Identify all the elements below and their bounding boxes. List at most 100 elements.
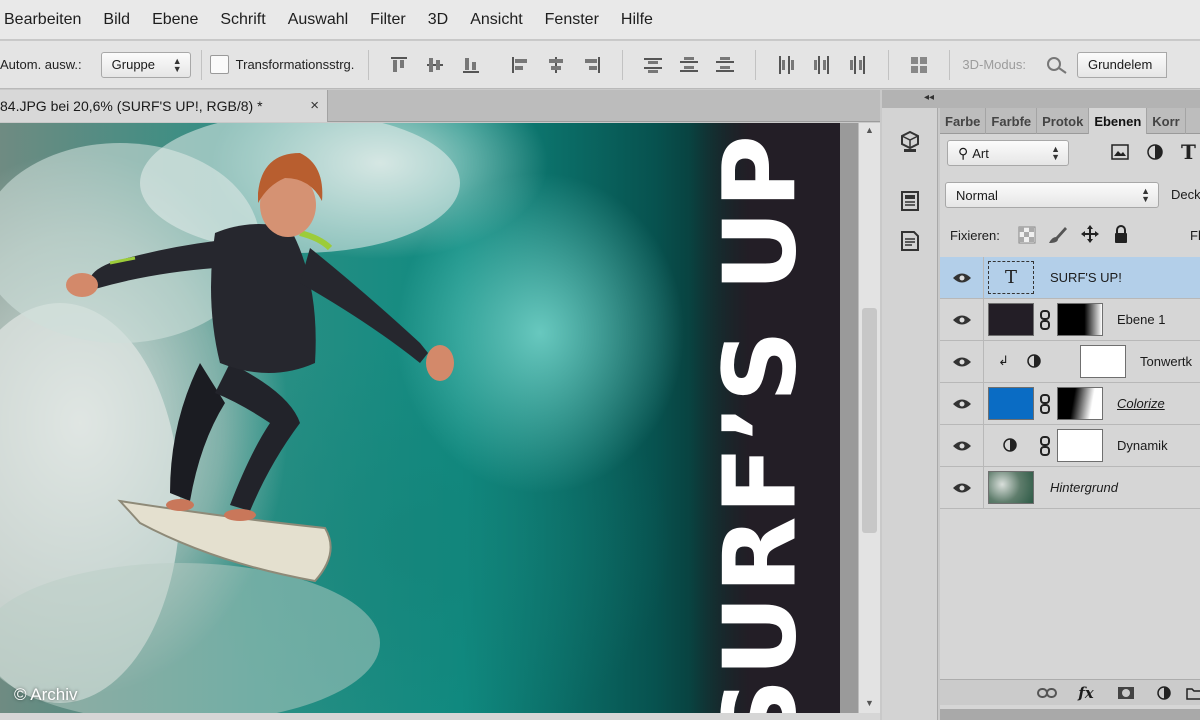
close-icon[interactable]: × [310,97,319,114]
layer-name: Dynamik [1117,438,1168,453]
link-chain-icon[interactable] [1039,310,1051,330]
scroll-up-icon[interactable]: ▲ [865,125,874,135]
link-chain-icon[interactable] [1039,394,1051,414]
layer-name: Colorize [1117,396,1165,411]
layer-row-colorize[interactable]: Colorize [940,383,1200,425]
background-layer-thumbnail [988,471,1034,504]
layer-mask-thumbnail [1057,387,1103,420]
image-filter-icon[interactable] [1111,144,1129,163]
layer-filter-dropdown[interactable]: ⚲ Art ▲ ▼ [947,140,1069,166]
align-horizontal-center-icon[interactable] [543,52,569,78]
auto-align-layers-icon[interactable] [906,52,932,78]
layer-name: SURF'S UP! [1050,270,1122,285]
collapse-panels-icon[interactable]: ◂◂ [924,92,934,103]
align-bottom-icon[interactable] [458,52,484,78]
menu-bild[interactable]: Bild [92,11,141,29]
type-filter-icon[interactable]: T [1181,140,1196,164]
lock-position-icon[interactable] [1080,224,1100,247]
align-left-icon[interactable] [507,52,533,78]
scrollbar-thumb[interactable] [862,308,877,533]
add-mask-icon[interactable] [1116,684,1136,702]
lock-transparency-icon[interactable] [1018,226,1036,247]
blend-mode-dropdown[interactable]: Normal ▲ ▼ [945,182,1159,208]
menu-3d[interactable]: 3D [417,11,459,29]
layer-style-fx-icon[interactable]: fx [1076,684,1096,702]
new-group-icon[interactable] [1184,684,1200,702]
link-chain-icon[interactable] [1039,436,1051,456]
layer-list: T SURF'S UP! Ebene 1 ↲ Tonwertk Colorize… [940,257,1200,509]
layer-name: Ebene 1 [1117,312,1166,327]
distribute-top-icon[interactable] [640,52,666,78]
new-adjustment-layer-icon[interactable] [1154,684,1174,702]
distribute-right-icon[interactable] [845,52,871,78]
scroll-down-icon[interactable]: ▼ [865,698,874,708]
updown-arrow-icon: ▲ ▼ [172,55,182,74]
text-layer-icon: T [1004,267,1017,288]
auto-select-dropdown[interactable]: Gruppe ▲ ▼ [100,51,191,78]
layer-row-surfs-up[interactable]: T SURF'S UP! [940,257,1200,299]
surfer-illustration [0,123,460,713]
layer-row-ebene-1[interactable]: Ebene 1 [940,299,1200,341]
eye-icon[interactable] [940,341,984,382]
eye-icon[interactable] [940,299,984,340]
workspace-dropdown[interactable]: Grundelem [1076,51,1167,78]
vertical-scrollbar[interactable]: ▲ ▼ [858,123,880,713]
text-layer-thumbnail: T [988,261,1034,294]
menu-filter[interactable]: Filter [359,11,417,29]
3d-mode-label: 3D-Modus: [962,57,1026,72]
lock-all-icon[interactable] [1113,224,1129,247]
clipping-arrow-icon: ↲ [998,353,1009,368]
menu-hilfe[interactable]: Hilfe [610,11,664,29]
updown-arrow-icon: ▲ ▼ [1051,144,1060,162]
link-layers-icon[interactable] [1037,684,1057,702]
tab-korrekturen[interactable]: Korr [1147,108,1186,134]
document-tab-title: 84.JPG bei 20,6% (SURF'S UP!, RGB/8) * [0,98,263,114]
eye-icon[interactable] [940,257,984,298]
divider [949,49,951,80]
tab-farbfelder[interactable]: Farbfe [986,108,1038,134]
eye-icon[interactable] [940,425,984,466]
menu-ansicht[interactable]: Ansicht [459,11,533,29]
adjustment-layer-icon [1026,353,1042,372]
lock-image-pixels-icon[interactable] [1046,225,1068,248]
adjustment-filter-icon[interactable] [1147,144,1163,163]
distribute-bottom-icon[interactable] [712,52,738,78]
menu-schrift[interactable]: Schrift [209,11,276,29]
notes-panel-icon[interactable] [897,228,923,254]
properties-panel-icon[interactable] [897,188,923,214]
auto-select-value: Gruppe [111,57,156,72]
tab-farbe[interactable]: Farbe [940,108,987,134]
tab-protokoll[interactable]: Protok [1037,108,1090,134]
distribute-horizontal-center-icon[interactable] [809,52,835,78]
tab-ebenen[interactable]: Ebenen [1089,108,1148,134]
layer-name: Hintergrund [1050,480,1118,495]
menu-auswahl[interactable]: Auswahl [277,11,359,29]
color-fill-thumbnail [988,387,1034,420]
menu-ebene[interactable]: Ebene [141,11,209,29]
menu-bearbeiten[interactable]: Bearbeiten [0,11,92,29]
distribute-vertical-center-icon[interactable] [676,52,702,78]
layers-panel-toolbar: fx [940,679,1200,705]
blend-mode-value: Normal [956,187,998,203]
layer-row-hintergrund[interactable]: Hintergrund [940,467,1200,509]
layers-panel: Farbe Farbfe Protok Ebenen Korr ⚲ Art ▲ ▼… [940,108,1200,720]
distribute-left-icon[interactable] [773,52,799,78]
eye-icon[interactable] [940,467,984,508]
align-right-icon[interactable] [579,52,605,78]
divider [200,49,202,80]
menu-fenster[interactable]: Fenster [534,11,610,29]
align-vertical-center-icon[interactable] [422,52,448,78]
transform-controls-checkbox[interactable] [209,55,229,74]
layer-row-tonwertkorrektur[interactable]: ↲ Tonwertk [940,341,1200,383]
layer-name: Tonwertk [1140,354,1193,369]
layer-row-dynamik[interactable]: Dynamik [940,425,1200,467]
divider [368,49,370,80]
canvas[interactable]: SURF’S UP! © Archiv [0,123,858,713]
horizontal-scrollbar[interactable] [0,713,880,720]
fill-label: Fl [1190,228,1200,243]
3d-camera-icon[interactable] [1044,52,1070,78]
align-top-icon[interactable] [386,52,412,78]
document-tab[interactable]: 84.JPG bei 20,6% (SURF'S UP!, RGB/8) * × [0,90,328,122]
3d-panel-icon[interactable] [897,128,923,154]
eye-icon[interactable] [940,383,984,424]
